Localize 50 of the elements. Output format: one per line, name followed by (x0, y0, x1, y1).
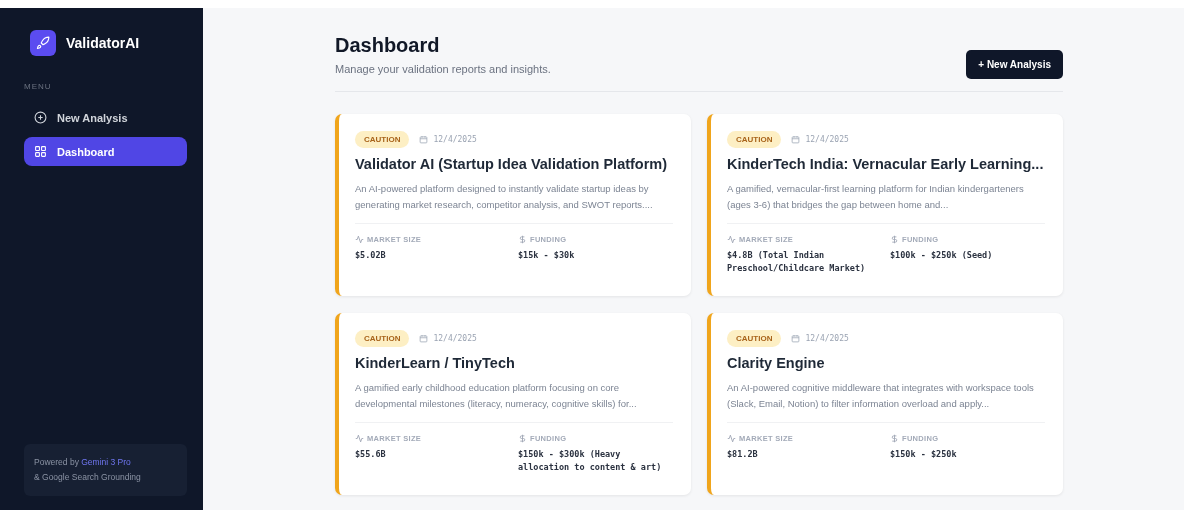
grid-icon (34, 145, 47, 158)
card-title: Validator AI (Startup Idea Validation Platform) (355, 156, 669, 172)
activity-icon (727, 235, 736, 244)
stat-value: $55.6B (355, 448, 387, 461)
dollar-icon (518, 235, 527, 244)
calendar-icon (791, 334, 801, 343)
report-date: 12/4/2025 (433, 135, 477, 144)
page-title: Dashboard (335, 34, 441, 57)
dollar-icon (890, 235, 899, 244)
report-card[interactable] (707, 114, 1063, 296)
status-badge: CAUTION (727, 330, 782, 347)
card-description: A gamified, vernacular-first learning platform for Indian kindergarteners (ages 3-6) that bridges the gap between home and... (727, 181, 1045, 224)
menu-label: MENU (24, 82, 53, 91)
rocket-icon (30, 30, 56, 56)
activity-icon (355, 434, 364, 443)
dollar-icon (890, 434, 899, 443)
status-badge: CAUTION (727, 131, 782, 148)
new-analysis-button[interactable]: + New Analysis (966, 50, 1063, 79)
stat-value: $100k - $250k (Seed) (890, 249, 994, 262)
calendar-icon (419, 135, 429, 144)
calendar-icon (419, 334, 429, 343)
calendar-icon (791, 135, 801, 144)
card-description: An AI-powered cognitive middleware that integrates with workspace tools (Slack, Email, Notion) to filter information overload and apply... (727, 380, 1045, 423)
brand-name: ValidatorAI (66, 35, 140, 51)
report-date: 12/4/2025 (805, 135, 849, 144)
nav-item[interactable]: Dashboard (24, 137, 187, 166)
stat-value: $150k - $300k (Heavy allocation to content & art) (518, 448, 663, 474)
card-description: A gamified early childhood education platform focusing on core developmental milestones (literacy, numeracy, cognitive skills) for... (355, 380, 673, 423)
plus-circle-icon (34, 111, 47, 124)
stat-value: $81.2B (727, 448, 759, 461)
activity-icon (727, 434, 736, 443)
report-date: 12/4/2025 (805, 334, 849, 343)
footer-note: Powered by Gemini 3 Pro & Google Search Grounding (24, 444, 187, 496)
nav-item[interactable]: New Analysis (24, 103, 187, 132)
card-title: Clarity Engine (727, 355, 826, 371)
page-subtitle: Manage your validation reports and insights. (335, 63, 551, 75)
status-badge: CAUTION (355, 330, 410, 347)
card-description: An AI-powered platform designed to instantly validate startup ideas by generating market research, competitor analysis, and SWOT reports.... (355, 181, 673, 224)
status-badge: CAUTION (355, 131, 410, 148)
card-title: KinderTech India: Vernacular Early Learning... (727, 156, 1045, 172)
stat-value: $150k - $250k (890, 448, 958, 461)
card-title: KinderLearn / TinyTech (355, 355, 516, 371)
dollar-icon (518, 434, 527, 443)
report-card[interactable] (335, 313, 691, 495)
stat-value: $4.8B (Total Indian Preschool/Childcare Market) (727, 249, 867, 275)
activity-icon (355, 235, 364, 244)
stat-value: $15k - $30k (518, 249, 576, 262)
stat-value: $5.02B (355, 249, 387, 262)
report-card[interactable] (335, 114, 691, 296)
report-date: 12/4/2025 (433, 334, 477, 343)
